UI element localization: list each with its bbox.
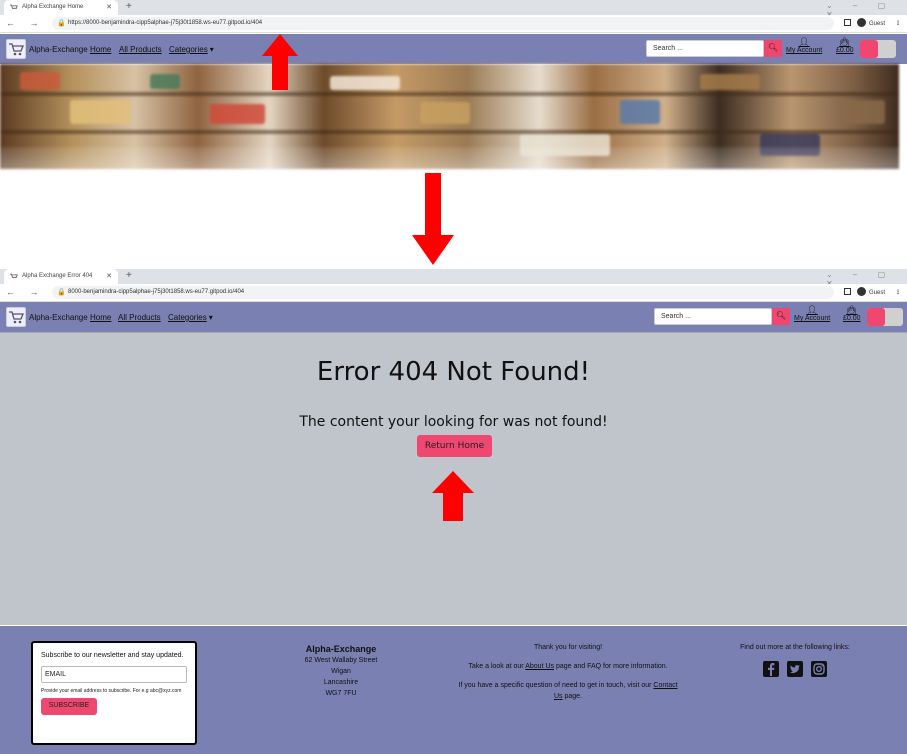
url-text: 8000-benjamindra-cipp5alphae-j75j30t1858…: [68, 289, 245, 295]
nav-all-products-link[interactable]: All Products: [118, 313, 161, 322]
nav-all-products-link[interactable]: All Products: [119, 45, 162, 54]
search-input[interactable]: Search ...: [654, 308, 772, 325]
footer-address: Alpha-Exchange 62 West Wallaby Street Wi…: [286, 644, 396, 699]
search-button[interactable]: 🔍︎: [772, 308, 790, 325]
profile-icon: [856, 287, 866, 296]
contact-us-pre: If you have a specific question of need …: [458, 682, 652, 689]
sidebar-icon[interactable]: [843, 288, 851, 295]
site-logo[interactable]: [6, 307, 26, 327]
close-tab-icon[interactable]: ✕: [106, 3, 112, 11]
cart-favicon-icon: [10, 273, 18, 278]
nav-home-link[interactable]: Home: [90, 313, 111, 322]
my-account-label: My Account: [794, 315, 831, 322]
browser-profile[interactable]: Guest ⋮: [843, 18, 901, 27]
footer-thanks: Thank you for visiting! Take a look at o…: [458, 642, 678, 702]
site-navbar: Alpha-Exchange Home All Products Categor…: [0, 302, 907, 332]
url-input[interactable]: 🔒 https://8000-benjamindra-cipp5alphae-j…: [52, 17, 834, 30]
newsletter-box: Subscribe to our newsletter and stay upd…: [31, 641, 197, 745]
about-us-post: page and FAQ for more information.: [555, 663, 668, 670]
search-button[interactable]: 🔍︎: [764, 40, 782, 57]
browser-tab[interactable]: Alpha Exchange Error 404 ✕: [4, 269, 118, 284]
menu-icon[interactable]: ⋮: [895, 21, 901, 27]
subscribe-button[interactable]: SUBSCRIBE: [41, 698, 97, 715]
annotation-arrow-up-icon: [432, 471, 474, 521]
about-us-pre: Take a look at our: [468, 663, 524, 670]
browser-profile[interactable]: Guest ⋮: [843, 287, 901, 296]
my-account-link[interactable]: 👤︎ My Account: [794, 305, 831, 323]
contact-us-text: If you have a specific question of need …: [458, 680, 678, 702]
hero-banner-image: [0, 64, 899, 169]
lock-icon: 🔒: [57, 289, 66, 296]
site-navbar: Alpha-Exchange Home All Products Categor…: [0, 34, 907, 64]
address-bar-row: ← → ⟳ 🔒 8000-benjamindra-cipp5alphae-j75…: [0, 284, 907, 302]
profile-label: Guest: [868, 21, 885, 27]
cart-total: £0.00: [843, 315, 861, 322]
about-us-text: Take a look at our About Us page and FAQ…: [458, 661, 678, 672]
brand-name[interactable]: Alpha-Exchange: [29, 45, 88, 54]
new-tab-icon[interactable]: +: [126, 270, 132, 281]
contact-us-post: page.: [564, 693, 583, 700]
cart-favicon-icon: [10, 4, 18, 9]
nav-categories-dropdown[interactable]: Categories: [169, 45, 214, 54]
shopping-bag-icon: 👜︎: [839, 37, 851, 47]
nav-categories-dropdown[interactable]: Categories: [168, 313, 213, 322]
close-tab-icon[interactable]: ✕: [106, 272, 112, 280]
footer-company-name: Alpha-Exchange: [305, 644, 377, 654]
address-line: WG7 7FU: [325, 690, 357, 697]
my-account-label: My Account: [786, 47, 823, 54]
search-icon: 🔍︎: [767, 43, 779, 52]
profile-icon: [856, 18, 866, 27]
thanks-heading: Thank you for visiting!: [533, 644, 603, 651]
sidebar-icon[interactable]: [843, 19, 851, 26]
error-page-content: Error 404 Not Found! The content your lo…: [0, 332, 907, 625]
lock-icon: 🔒: [57, 20, 66, 27]
user-icon: 👤︎: [798, 37, 810, 47]
toggle-knob: [867, 308, 885, 326]
tab-title: Alpha Exchange Home: [22, 4, 84, 10]
site-footer: Subscribe to our newsletter and stay upd…: [0, 626, 907, 754]
cart-link[interactable]: 👜︎ £0.00: [843, 305, 861, 323]
facebook-icon[interactable]: [763, 661, 780, 677]
browser-tab-strip: Alpha Exchange Home ✕ + ⌄ – ▢ ✕: [0, 0, 907, 19]
search-input[interactable]: Search ...: [646, 40, 764, 57]
address-bar-row: ← → ⟳ 🔒 https://8000-benjamindra-cipp5al…: [0, 15, 907, 33]
cart-link[interactable]: 👜︎ £0.00: [836, 37, 854, 55]
browser-tab[interactable]: Alpha Exchange Home ✕: [4, 0, 118, 15]
theme-toggle[interactable]: [867, 308, 903, 326]
address-line: Lancashire: [323, 679, 359, 686]
newsletter-hint: Provide your email address to subscribe.…: [41, 688, 182, 694]
search-icon: 🔍︎: [775, 311, 787, 320]
my-account-link[interactable]: 👤︎ My Account: [786, 37, 823, 55]
profile-label: Guest: [868, 290, 885, 296]
address-line: 62 West Wallaby Street: [304, 657, 378, 664]
theme-toggle[interactable]: [860, 40, 896, 58]
tab-title: Alpha Exchange Error 404: [22, 273, 93, 279]
social-heading: Find out more at the following links:: [740, 644, 850, 651]
newsletter-email-input[interactable]: EMAIL: [41, 666, 187, 683]
nav-home-link[interactable]: Home: [90, 45, 111, 54]
site-logo[interactable]: [6, 39, 26, 59]
browser-tab-strip: Alpha Exchange Error 404 ✕ + ⌄ – ▢ ✕: [0, 269, 907, 288]
return-home-button[interactable]: Return Home: [417, 435, 492, 457]
error-message: The content your looking for was not fou…: [299, 414, 608, 430]
user-icon: 👤︎: [806, 305, 818, 315]
error-title: Error 404 Not Found!: [316, 357, 591, 387]
brand-name[interactable]: Alpha-Exchange: [29, 313, 88, 322]
twitter-icon[interactable]: [787, 661, 803, 677]
annotation-arrow-down-icon: [412, 173, 454, 265]
url-input[interactable]: 🔒 8000-benjamindra-cipp5alphae-j75j30t18…: [52, 286, 834, 299]
about-us-link[interactable]: About Us: [525, 663, 554, 670]
footer-social: Find out more at the following links:: [720, 642, 870, 681]
instagram-icon[interactable]: [810, 661, 827, 677]
newsletter-text: Subscribe to our newsletter and stay upd…: [41, 652, 184, 659]
menu-icon[interactable]: ⋮: [895, 290, 901, 296]
toggle-knob: [860, 40, 878, 58]
address-line: Wigan: [331, 668, 351, 675]
cart-total: £0.00: [836, 47, 854, 54]
new-tab-icon[interactable]: +: [126, 1, 132, 12]
shopping-bag-icon: 👜︎: [846, 305, 858, 315]
url-text: https://8000-benjamindra-cipp5alphae-j75…: [68, 20, 263, 26]
annotation-arrow-up-icon: [262, 34, 298, 90]
